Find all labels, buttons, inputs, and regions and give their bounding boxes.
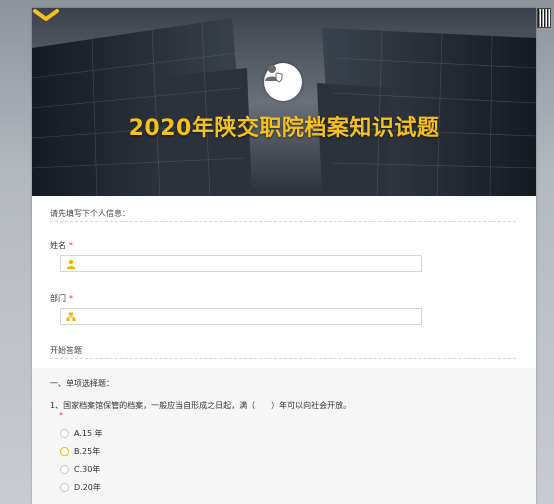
option-c[interactable]: C.30年 xyxy=(60,463,100,475)
option-d[interactable]: D.20年 xyxy=(60,481,101,493)
radio-button[interactable] xyxy=(60,482,69,492)
qr-code-icon[interactable] xyxy=(537,8,551,28)
header-banner: 2020年陕交职院档案知识试题 xyxy=(32,8,536,196)
question-1-required-mark: * xyxy=(59,411,63,420)
option-a-label: A.15 年 xyxy=(74,428,103,438)
radio-button[interactable] xyxy=(60,446,69,456)
radio-button[interactable] xyxy=(60,428,69,438)
survey-card: 2020年陕交职院档案知识试题 请先填写下个人信息： 姓名 * 部门 * 开始答题 … xyxy=(32,8,536,504)
org-icon xyxy=(66,312,76,321)
question-area: 一、单项选择题： 1、国家档案馆保管的档案，一般应当自形成之日起，满（ ）年可以… xyxy=(32,368,536,504)
option-b[interactable]: B.25年 xyxy=(60,445,100,457)
department-field[interactable] xyxy=(60,308,422,325)
option-d-label: D.20年 xyxy=(74,482,101,492)
survey-title: 2020年陕交职院档案知识试题 xyxy=(128,116,440,141)
section-heading: 一、单项选择题： xyxy=(50,379,114,388)
option-b-label: B.25年 xyxy=(74,446,101,456)
option-c-label: C.30年 xyxy=(74,464,101,474)
department-label: 部门 * xyxy=(50,293,73,304)
info-prompt: 请先填写下个人信息： xyxy=(50,209,130,218)
radio-button[interactable] xyxy=(60,464,69,474)
avatar xyxy=(264,63,302,101)
divider xyxy=(50,221,516,222)
name-field[interactable] xyxy=(60,255,422,272)
question-1-text: 1、国家档案馆保管的档案，一般应当自形成之日起，满（ ）年可以向社会开放。 xyxy=(50,401,352,410)
option-a[interactable]: A.15 年 xyxy=(60,427,103,439)
name-label: 姓名 * xyxy=(50,240,73,251)
divider xyxy=(50,358,516,359)
building-background xyxy=(32,8,536,196)
name-label-text: 姓名 xyxy=(50,241,66,250)
required-mark: * xyxy=(69,294,73,303)
start-label: 开始答题 xyxy=(50,346,82,355)
chevron-down-icon[interactable] xyxy=(32,8,60,22)
department-label-text: 部门 xyxy=(50,294,66,303)
user-shield-icon xyxy=(265,65,283,83)
person-icon xyxy=(66,259,76,269)
required-mark: * xyxy=(69,241,73,250)
